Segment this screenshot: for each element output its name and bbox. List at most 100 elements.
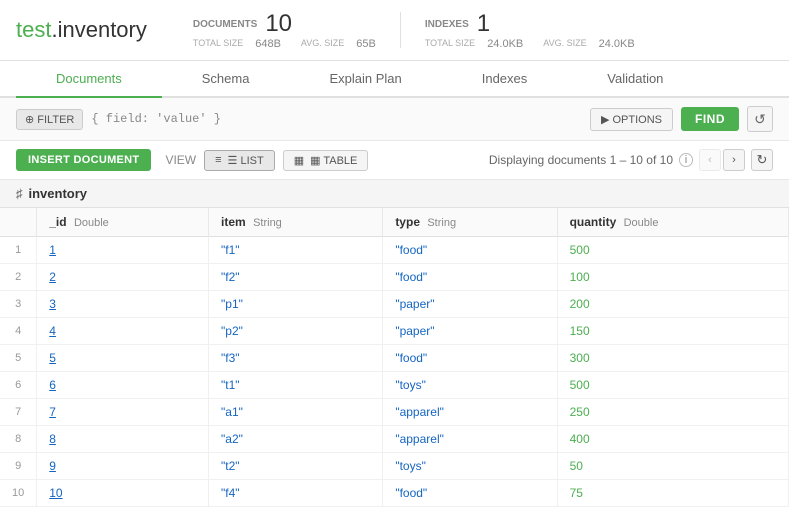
avg-size-label: AVG. SIZE: [301, 38, 344, 50]
row-number: 3: [0, 291, 37, 318]
table-icon: ▦: [294, 154, 304, 167]
type-value: "paper": [395, 324, 434, 338]
db-name: test: [16, 17, 51, 42]
type-value: "food": [395, 486, 427, 500]
tab-explain-plan[interactable]: Explain Plan: [289, 61, 441, 98]
indexes-stat: INDEXES 1 TOTAL SIZE 24.0KB AVG. SIZE 24…: [409, 10, 651, 50]
row-number: 7: [0, 399, 37, 426]
id-link[interactable]: 5: [49, 351, 56, 365]
cell-id: 4: [37, 318, 209, 345]
cell-item: "a2": [209, 426, 383, 453]
item-value: "a1": [221, 405, 243, 419]
quantity-value: 250: [570, 405, 590, 419]
type-col-name: type: [395, 215, 420, 229]
find-button[interactable]: FIND: [681, 107, 739, 131]
stats-row: DOCUMENTS 10 TOTAL SIZE 648B AVG. SIZE 6…: [177, 10, 651, 50]
tab-schema[interactable]: Schema: [162, 61, 290, 98]
table-row: 3 3 "p1" "paper" 200: [0, 291, 789, 318]
row-num-header: [0, 208, 37, 237]
stat-divider: [400, 12, 401, 48]
cell-id: 2: [37, 264, 209, 291]
id-link[interactable]: 3: [49, 297, 56, 311]
cell-id: 3: [37, 291, 209, 318]
type-value: "food": [395, 270, 427, 284]
cell-type: "paper": [383, 291, 557, 318]
indexes-count: 1: [477, 10, 490, 38]
documents-stat: DOCUMENTS 10 TOTAL SIZE 648B AVG. SIZE 6…: [177, 10, 392, 50]
id-link[interactable]: 8: [49, 432, 56, 446]
cell-type: "food": [383, 345, 557, 372]
item-value: "f1": [221, 243, 240, 257]
cell-id: 9: [37, 453, 209, 480]
tab-validation[interactable]: Validation: [567, 61, 703, 98]
item-col-type: String: [253, 217, 282, 229]
row-number: 10: [0, 480, 37, 507]
prev-page-button[interactable]: ‹: [699, 149, 721, 171]
cell-quantity: 250: [557, 399, 788, 426]
row-number: 9: [0, 453, 37, 480]
cell-quantity: 300: [557, 345, 788, 372]
cell-quantity: 100: [557, 264, 788, 291]
table-row: 5 5 "f3" "food" 300: [0, 345, 789, 372]
cell-item: "p1": [209, 291, 383, 318]
app-title: test.inventory: [16, 17, 147, 43]
tab-indexes[interactable]: Indexes: [442, 61, 568, 98]
indexes-total-size-val: 24.0KB: [487, 38, 523, 50]
next-page-button[interactable]: ›: [723, 149, 745, 171]
table-row: 4 4 "p2" "paper" 150: [0, 318, 789, 345]
tab-documents[interactable]: Documents: [16, 61, 162, 98]
type-value: "apparel": [395, 405, 444, 419]
indexes-total-size-label: TOTAL SIZE: [425, 38, 475, 50]
quantity-value: 200: [570, 297, 590, 311]
type-value: "food": [395, 243, 427, 257]
row-number: 5: [0, 345, 37, 372]
type-value: "toys": [395, 459, 426, 473]
table-row: 2 2 "f2" "food" 100: [0, 264, 789, 291]
item-value: "p1": [221, 297, 243, 311]
table-view-button[interactable]: ▦ ▦ TABLE: [283, 150, 369, 171]
id-link[interactable]: 6: [49, 378, 56, 392]
quantity-col-name: quantity: [570, 215, 617, 229]
quantity-value: 300: [570, 351, 590, 365]
options-button[interactable]: ▶ OPTIONS: [590, 108, 673, 131]
insert-document-button[interactable]: INSERT DOCUMENT: [16, 149, 151, 171]
pagination-info: Displaying documents 1 – 10 of 10 i ‹ › …: [489, 149, 773, 171]
history-button[interactable]: ↺: [747, 106, 773, 132]
row-number: 8: [0, 426, 37, 453]
id-col-type: Double: [74, 217, 109, 229]
row-number: 1: [0, 237, 37, 264]
cell-id: 5: [37, 345, 209, 372]
list-view-button[interactable]: ≡ ☰ LIST: [204, 150, 275, 171]
id-col-name: _id: [49, 215, 66, 229]
cell-quantity: 500: [557, 372, 788, 399]
cell-item: "a1": [209, 399, 383, 426]
cell-item: "t1": [209, 372, 383, 399]
cell-quantity: 500: [557, 237, 788, 264]
id-link[interactable]: 9: [49, 459, 56, 473]
data-table: _id Double item String type String quant…: [0, 208, 789, 507]
id-link[interactable]: 2: [49, 270, 56, 284]
id-link[interactable]: 1: [49, 243, 56, 257]
filter-input[interactable]: [91, 112, 582, 126]
action-bar: INSERT DOCUMENT VIEW ≡ ☰ LIST ▦ ▦ TABLE …: [0, 141, 789, 180]
item-column-header: item String: [209, 208, 383, 237]
quantity-value: 100: [570, 270, 590, 284]
id-link[interactable]: 7: [49, 405, 56, 419]
refresh-button[interactable]: ↻: [751, 149, 773, 171]
quantity-col-type: Double: [624, 217, 659, 229]
quantity-value: 50: [570, 459, 583, 473]
type-value: "food": [395, 351, 427, 365]
table-row: 6 6 "t1" "toys" 500: [0, 372, 789, 399]
table-row: 8 8 "a2" "apparel" 400: [0, 426, 789, 453]
cell-item: "t2": [209, 453, 383, 480]
filter-toolbar: ⊕ FILTER ▶ OPTIONS FIND ↺: [0, 98, 789, 141]
id-link[interactable]: 4: [49, 324, 56, 338]
cell-id: 1: [37, 237, 209, 264]
cell-type: "toys": [383, 453, 557, 480]
cell-type: "apparel": [383, 426, 557, 453]
cell-type: "paper": [383, 318, 557, 345]
filter-button[interactable]: ⊕ FILTER: [16, 109, 83, 130]
avg-size-val: 65B: [356, 38, 376, 50]
id-link[interactable]: 10: [49, 486, 62, 500]
item-value: "t2": [221, 459, 240, 473]
